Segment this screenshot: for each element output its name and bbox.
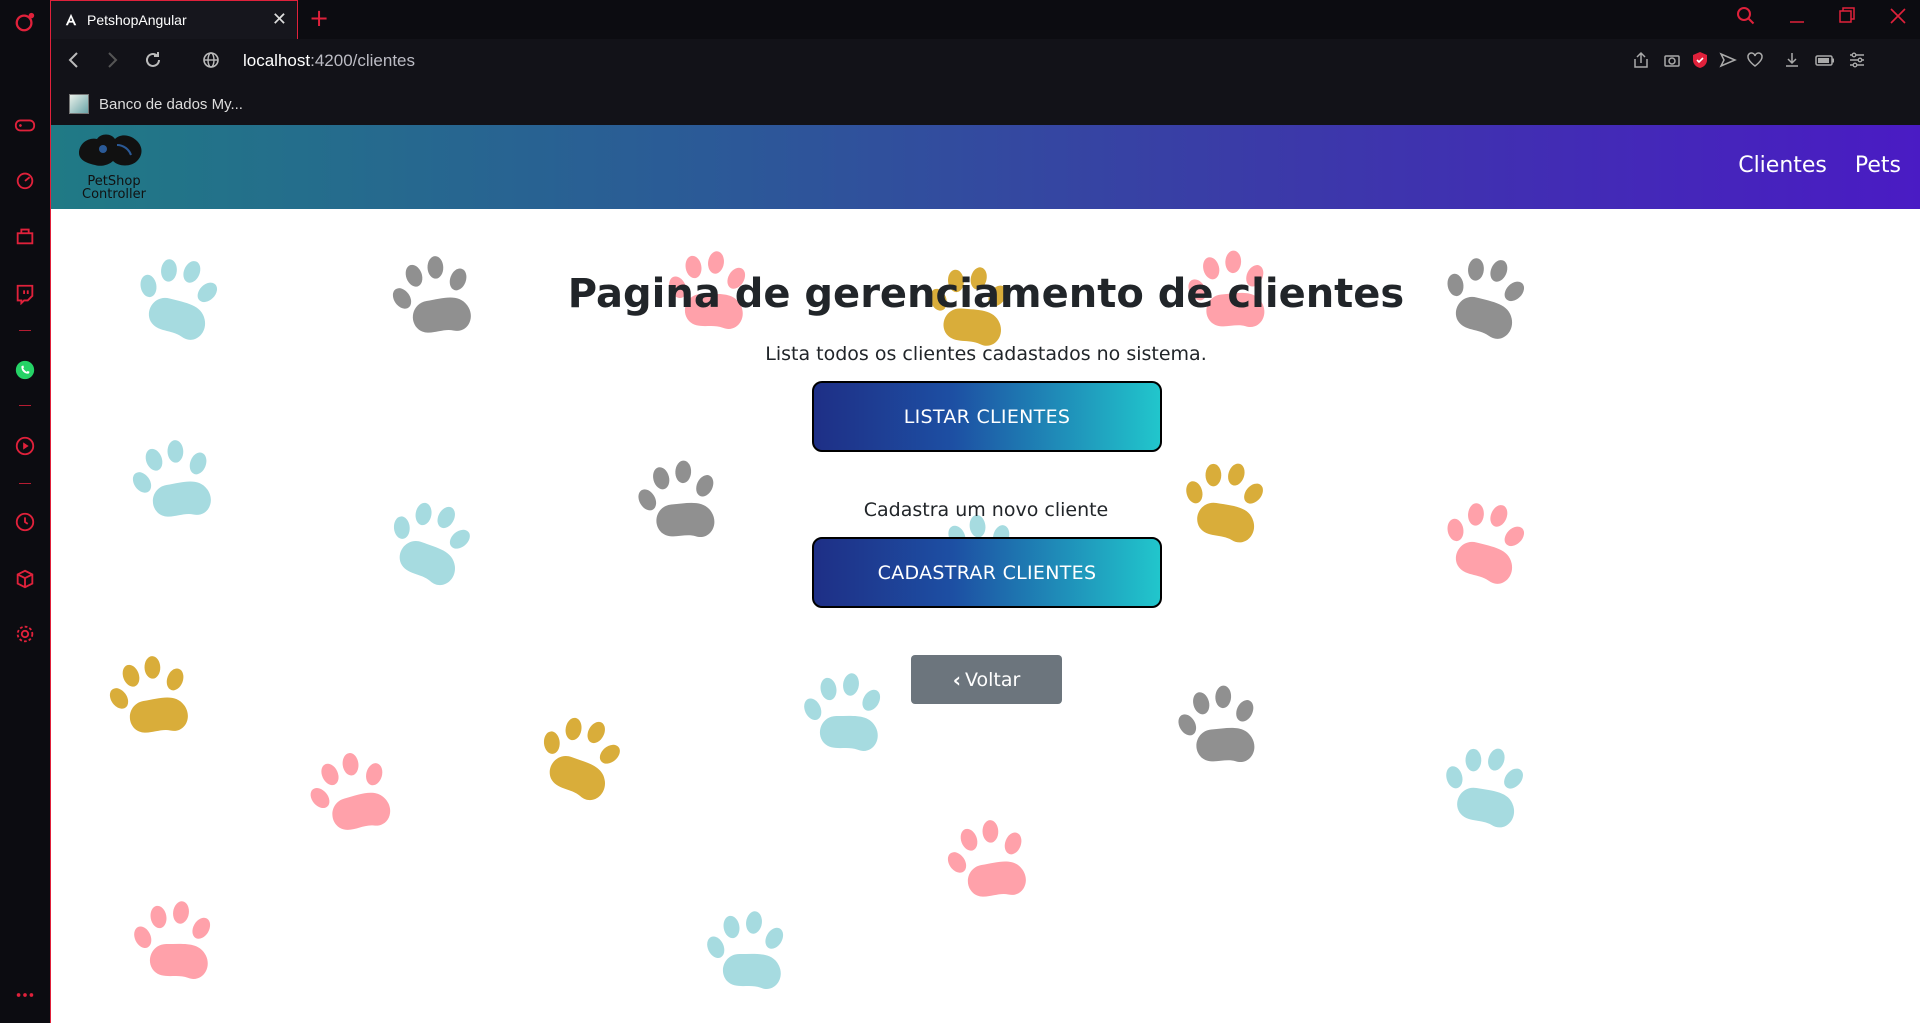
nav-link-clientes[interactable]: Clientes <box>1738 153 1827 178</box>
more-dots-icon[interactable] <box>13 983 37 1007</box>
share-icon[interactable] <box>1632 51 1650 74</box>
paw-print-icon <box>526 703 632 807</box>
close-tab-icon[interactable]: ✕ <box>272 11 287 29</box>
snapshot-camera-icon[interactable] <box>1663 51 1681 74</box>
send-icon[interactable] <box>1719 51 1737 74</box>
easy-setup-icon[interactable] <box>1848 51 1866 74</box>
url-field[interactable]: localhost:4200/clientes <box>243 51 415 71</box>
chevron-left-icon: ‹ <box>952 667 961 692</box>
paw-print-icon <box>1172 681 1262 768</box>
download-icon[interactable] <box>1783 51 1801 74</box>
player-icon[interactable] <box>13 434 37 458</box>
settings-gear-icon[interactable] <box>13 622 37 646</box>
angular-icon <box>63 12 79 28</box>
pet-silhouette-icon <box>79 134 142 166</box>
battery-saver-icon[interactable] <box>1815 51 1835 74</box>
site-info-globe-icon[interactable] <box>201 50 221 75</box>
bookmarks-bar: Banco de dados My... <box>50 85 1920 125</box>
gamepad-icon[interactable] <box>13 113 37 137</box>
sidebar-divider <box>19 483 31 484</box>
search-tabs-icon[interactable] <box>1736 6 1756 31</box>
bookmark-label: Banco de dados My... <box>99 95 243 113</box>
new-tab-button[interactable]: + <box>309 6 329 30</box>
brand-line2: Controller <box>82 187 146 202</box>
page-title: Pagina de gerenciamento de clientes <box>567 271 1405 317</box>
nav-link-pets[interactable]: Pets <box>1855 153 1901 178</box>
paw-print-icon <box>130 900 214 979</box>
extensions-cube-icon[interactable] <box>13 567 37 591</box>
close-window-button[interactable] <box>1889 6 1907 31</box>
create-description: Cadastra um novo cliente <box>863 499 1109 521</box>
minimize-button[interactable] <box>1788 6 1806 31</box>
list-clients-button[interactable]: LISTAR CLIENTES <box>812 381 1162 452</box>
url-path: :4200/clientes <box>310 51 416 70</box>
create-clients-button[interactable]: CADASTRAR CLIENTES <box>812 537 1162 608</box>
speedometer-icon[interactable] <box>13 168 37 192</box>
history-icon[interactable] <box>13 510 37 534</box>
back-button-label: Voltar <box>964 668 1021 691</box>
nav-links: Clientes Pets <box>1738 153 1901 178</box>
paw-print-icon <box>298 743 400 842</box>
twitch-icon[interactable] <box>13 282 37 306</box>
sidebar-divider <box>19 405 31 406</box>
back-nav-icon[interactable] <box>65 50 83 75</box>
bookmark-item[interactable]: Banco de dados My... <box>69 94 243 114</box>
paw-print-icon <box>703 910 787 989</box>
heart-icon[interactable] <box>1746 51 1764 74</box>
list-description: Lista todos os clientes cadastados no si… <box>765 343 1207 365</box>
tab-title: PetshopAngular <box>87 12 187 28</box>
paw-print-icon <box>1435 738 1531 831</box>
web-page: PetShop Controller Clientes Pets Pagina … <box>50 125 1920 1023</box>
paw-print-icon <box>800 672 884 751</box>
back-button[interactable]: ‹ Voltar <box>911 655 1062 704</box>
tab-petshop[interactable]: PetshopAngular ✕ <box>51 0 298 39</box>
tab-strip: PetshopAngular ✕ + <box>50 0 1920 39</box>
paw-print-icon <box>100 649 197 742</box>
petshop-logo[interactable]: PetShop Controller <box>69 131 159 203</box>
paw-print-icon <box>938 813 1035 906</box>
opera-logo-icon[interactable] <box>13 10 37 34</box>
browser-sidebar <box>0 0 50 1023</box>
restore-button[interactable] <box>1838 6 1856 31</box>
address-bar: localhost:4200/clientes <box>50 39 1920 85</box>
forward-nav-icon[interactable] <box>103 50 121 75</box>
url-host: localhost <box>243 51 311 70</box>
sidebar-divider <box>19 330 31 331</box>
whatsapp-icon[interactable] <box>13 358 37 382</box>
top-navbar: PetShop Controller Clientes Pets <box>51 125 1920 209</box>
reload-icon[interactable] <box>143 50 163 75</box>
adblock-shield-icon[interactable] <box>1691 51 1709 74</box>
gx-corner-icon[interactable] <box>13 224 37 248</box>
bookmark-favicon <box>69 94 89 114</box>
